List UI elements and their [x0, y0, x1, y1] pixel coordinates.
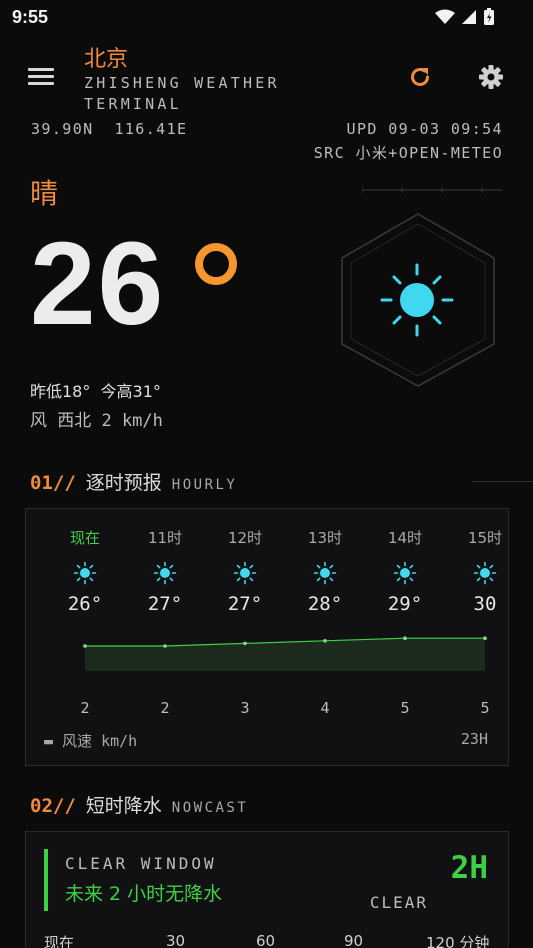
hourly-section-title: 01// 逐时预报 HOURLY [30, 468, 237, 495]
section-title-cn: 逐时预报 [85, 472, 162, 494]
hourly-item: 现在 26° [50, 527, 120, 615]
current-wind: 风 西北 2 km/h [30, 411, 163, 431]
degree-symbol [195, 243, 237, 285]
nowcast-message: 未来 2 小时无降水 [65, 883, 223, 905]
section-number: 01// [30, 472, 76, 494]
axis-tick: 30 [166, 932, 186, 948]
hourly-item: 11时 27° [130, 527, 200, 615]
gear-icon[interactable] [477, 63, 505, 91]
sun-icon [73, 561, 97, 585]
hour-temperature: 28° [307, 593, 343, 615]
hour-wind-speed: 2 [160, 699, 170, 717]
hourly-item: 12时 27° [210, 527, 280, 615]
nowcast-card[interactable]: CLEAR WINDOW 未来 2 小时无降水 2H CLEAR 现在 30 60 9… [25, 831, 509, 948]
section-title-cn: 短时降水 [85, 795, 162, 817]
wind-point [163, 644, 167, 648]
wind-point [243, 641, 247, 646]
hour-wind-speed: 4 [320, 699, 330, 717]
hour-label: 13时 [307, 529, 343, 547]
axis-tick: 90 [344, 932, 364, 948]
nowcast-state: CLEAR [369, 893, 428, 912]
nowcast-hours: 2H [450, 850, 488, 886]
hourly-item: 13时 28° [290, 527, 360, 615]
hour-label: 15时 [467, 529, 503, 547]
hour-wind-speed: 5 [400, 699, 410, 717]
signal-icon [462, 10, 476, 24]
hour-temperature: 27° [147, 593, 183, 615]
axis-tick: 现在 [44, 934, 75, 948]
hour-label: 现在 [69, 529, 100, 547]
status-time: 9:55 [12, 7, 49, 27]
wind-point [403, 636, 407, 640]
wind-speed-chart [83, 636, 487, 671]
coordinates: 39.90N 116.41E [31, 120, 188, 138]
wind-point [83, 644, 87, 648]
sun-icon [473, 561, 497, 585]
hourly-item: 15时 30 [450, 527, 508, 615]
section-title-en: NOWCAST [171, 800, 249, 816]
app-title: ZHISHENG WEATHER TERMINAL [84, 73, 280, 115]
hours-range: 23H [460, 730, 488, 748]
nowcast-time-axis: 现在 30 60 90 120 分钟 [44, 932, 490, 948]
divider [472, 481, 533, 482]
hour-temperature: 26° [67, 593, 103, 615]
hour-label: 14时 [387, 529, 423, 547]
wind-legend: ▬ 风速 km/h [44, 732, 138, 750]
refresh-icon[interactable] [406, 63, 434, 91]
app-title-line1: ZHISHENG WEATHER [84, 74, 280, 92]
section-number: 02// [30, 795, 76, 817]
hour-temperature: 29° [387, 593, 423, 615]
hour-label: 11时 [147, 529, 183, 547]
hour-temperature: 30 [473, 593, 497, 615]
weather-condition: 晴 [30, 177, 59, 210]
sun-icon [153, 561, 177, 585]
temperature-range: 昨低18° 今高31° [30, 382, 161, 401]
wind-point [483, 636, 487, 640]
current-temperature: 26 [30, 218, 166, 350]
status-indicator-bar [44, 849, 48, 911]
city-name: 北京 [84, 47, 129, 72]
sun-icon [341, 213, 495, 387]
hour-label: 12时 [227, 529, 263, 547]
sun-icon [313, 561, 337, 585]
hour-wind-speed: 5 [480, 699, 490, 717]
wind-point [323, 639, 327, 643]
update-time: UPD 09-03 09:54 [346, 120, 503, 138]
hourly-forecast-card[interactable]: 现在 26° 11时 27° 12时 27° 13时 28° 14时 29° 15时 30 2 2 3 4 5… [25, 508, 509, 766]
hour-temperature: 27° [227, 593, 263, 615]
wifi-icon [435, 9, 455, 24]
sun-icon [393, 561, 417, 585]
nowcast-status: CLEAR WINDOW [65, 854, 217, 873]
app-title-line2: TERMINAL [84, 95, 182, 113]
sun-icon [233, 561, 257, 585]
hour-wind-speed: 3 [240, 699, 250, 717]
hour-wind-speed: 2 [80, 699, 90, 717]
data-source: SRC 小米+OPEN-METEO [313, 144, 503, 162]
menu-icon[interactable] [28, 66, 56, 88]
status-icons [435, 8, 495, 26]
nowcast-section-title: 02// 短时降水 NOWCAST [30, 791, 248, 818]
section-title-en: HOURLY [171, 477, 238, 493]
axis-tick: 120 分钟 [426, 934, 490, 948]
battery-icon [484, 8, 494, 25]
decorative-rule [362, 186, 502, 194]
axis-tick: 60 [256, 932, 276, 948]
hourly-item: 14时 29° [370, 527, 440, 615]
